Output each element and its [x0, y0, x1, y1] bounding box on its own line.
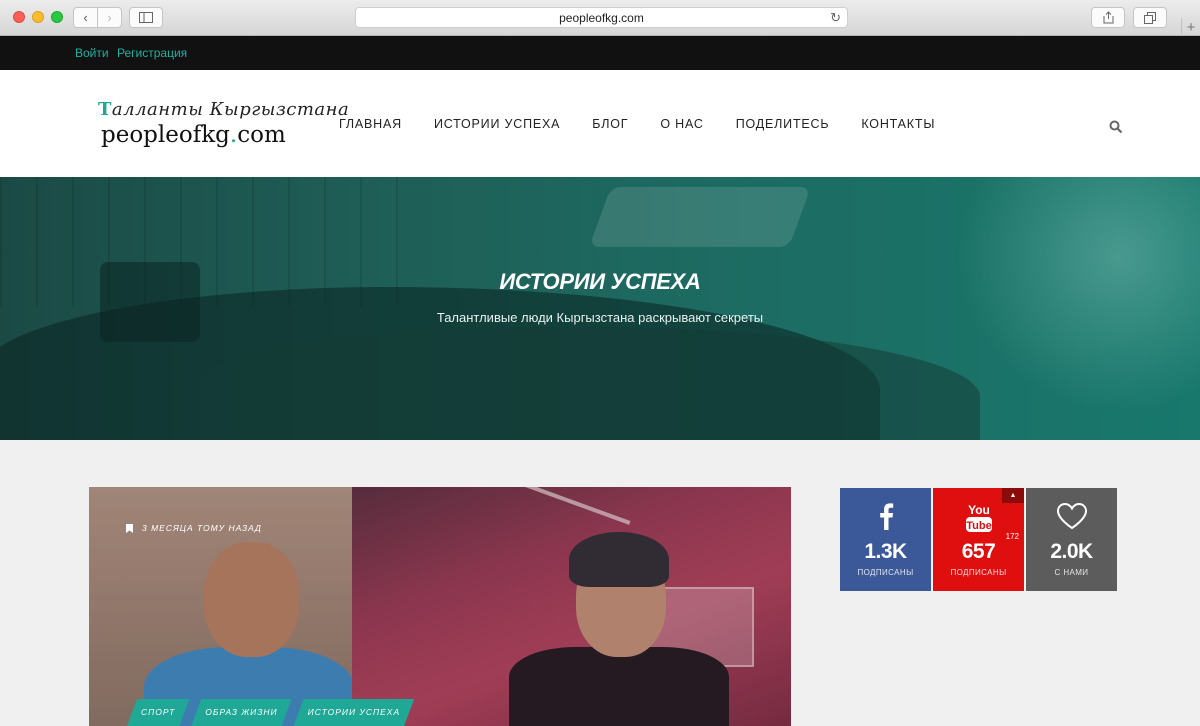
site-logo[interactable]: peopleofkg.com — [101, 122, 286, 148]
bookmark-icon — [126, 523, 133, 533]
sidebar-toggle-button[interactable] — [129, 7, 163, 28]
tab-overview-button[interactable] — [1133, 7, 1167, 28]
tabs-icon — [1144, 11, 1156, 24]
address-bar[interactable]: peopleofkg.com ↻ — [355, 7, 848, 28]
svg-text:You: You — [968, 503, 990, 517]
youtube-count: 657 — [961, 540, 996, 563]
likes-label: С НАМИ — [1054, 568, 1089, 577]
new-tab-button[interactable]: + — [1181, 18, 1200, 36]
hero-background-fountain — [930, 177, 1200, 440]
tag-lifestyle[interactable]: ОБРАЗ ЖИЗНИ — [191, 699, 291, 726]
hero-background-vehicle-body — [200, 327, 980, 440]
nav-contacts[interactable]: КОНТАКТЫ — [861, 117, 935, 131]
search-icon[interactable] — [1109, 120, 1123, 134]
logo-tagline[interactable]: Талланты Кыргызстана — [98, 99, 349, 120]
chevron-left-icon: ‹ — [83, 10, 88, 25]
back-button[interactable]: ‹ — [73, 7, 98, 28]
login-link[interactable]: Войти — [75, 46, 109, 60]
share-button[interactable] — [1091, 7, 1125, 28]
triangle-up-icon: ▲ — [1002, 488, 1024, 503]
site-header: Талланты Кыргызстана peopleofkg.com ГЛАВ… — [0, 70, 1200, 177]
page-title: ИСТОРИИ УСПЕХА — [499, 269, 701, 294]
logo-tld: com — [237, 122, 286, 148]
facebook-label: ПОДПИСАНЫ — [857, 568, 914, 577]
account-bar: Войти Регистрация — [0, 36, 1200, 70]
social-counters: 1.3K ПОДПИСАНЫ ▲ You Tube 172 657 ПОДПИС… — [840, 488, 1119, 591]
youtube-icon: You Tube — [965, 503, 992, 532]
zoom-window-button[interactable] — [51, 11, 63, 23]
sidebar-icon — [139, 12, 153, 23]
logo-tagline-initial: Т — [98, 99, 112, 120]
logo-domain: peopleofkg — [101, 122, 230, 148]
forward-button[interactable]: › — [97, 7, 122, 28]
likes-counter[interactable]: 2.0K С НАМИ — [1026, 488, 1117, 591]
page-subtitle: Талантливые люди Кыргызстана раскрывают … — [436, 310, 764, 325]
facebook-count: 1.3K — [864, 540, 907, 563]
register-link[interactable]: Регистрация — [117, 46, 187, 60]
nav-blog[interactable]: БЛОГ — [592, 117, 628, 131]
tag-success-stories[interactable]: ИСТОРИИ УСПЕХА — [294, 699, 414, 726]
post-date: 3 МЕСЯЦА ТОМУ НАЗАД — [126, 523, 262, 533]
share-icon — [1103, 11, 1113, 24]
plus-icon: + — [1186, 18, 1196, 36]
youtube-label: ПОДПИСАНЫ — [950, 568, 1007, 577]
chevron-right-icon: › — [107, 10, 112, 25]
post-date-text: 3 МЕСЯЦА ТОМУ НАЗАД — [142, 523, 262, 533]
close-window-button[interactable] — [13, 11, 25, 23]
svg-text:Tube: Tube — [966, 520, 991, 532]
page-hero: ИСТОРИИ УСПЕХА Талантливые люди Кыргызст… — [0, 177, 1200, 440]
browser-toolbar: ‹ › peopleofkg.com ↻ + — [0, 0, 1200, 36]
main-nav: ГЛАВНАЯ ИСТОРИИ УСПЕХА БЛОГ О НАС ПОДЕЛИ… — [339, 117, 967, 131]
nav-success-stories[interactable]: ИСТОРИИ УСПЕХА — [434, 117, 560, 131]
heart-icon — [1056, 502, 1087, 530]
facebook-counter[interactable]: 1.3K ПОДПИСАНЫ — [840, 488, 931, 591]
nav-share[interactable]: ПОДЕЛИТЕСЬ — [736, 117, 830, 131]
logo-tagline-text: алланты Кыргызстана — [111, 99, 350, 120]
facebook-icon — [879, 503, 893, 530]
featured-post[interactable]: 3 МЕСЯЦА ТОМУ НАЗАД СПОРТ ОБРАЗ ЖИЗНИ ИС… — [89, 487, 791, 726]
tag-sport[interactable]: СПОРТ — [127, 699, 189, 726]
url-text: peopleofkg.com — [559, 10, 644, 25]
nav-about[interactable]: О НАС — [660, 117, 703, 131]
minimize-window-button[interactable] — [32, 11, 44, 23]
nav-home[interactable]: ГЛАВНАЯ — [339, 117, 402, 131]
reload-icon[interactable]: ↻ — [830, 10, 841, 26]
post-tags: СПОРТ ОБРАЗ ЖИЗНИ ИСТОРИИ УСПЕХА — [127, 699, 416, 726]
hero-background-trunk — [589, 187, 811, 247]
youtube-counter[interactable]: ▲ You Tube 172 657 ПОДПИСАНЫ — [933, 488, 1024, 591]
likes-count: 2.0K — [1050, 540, 1093, 563]
